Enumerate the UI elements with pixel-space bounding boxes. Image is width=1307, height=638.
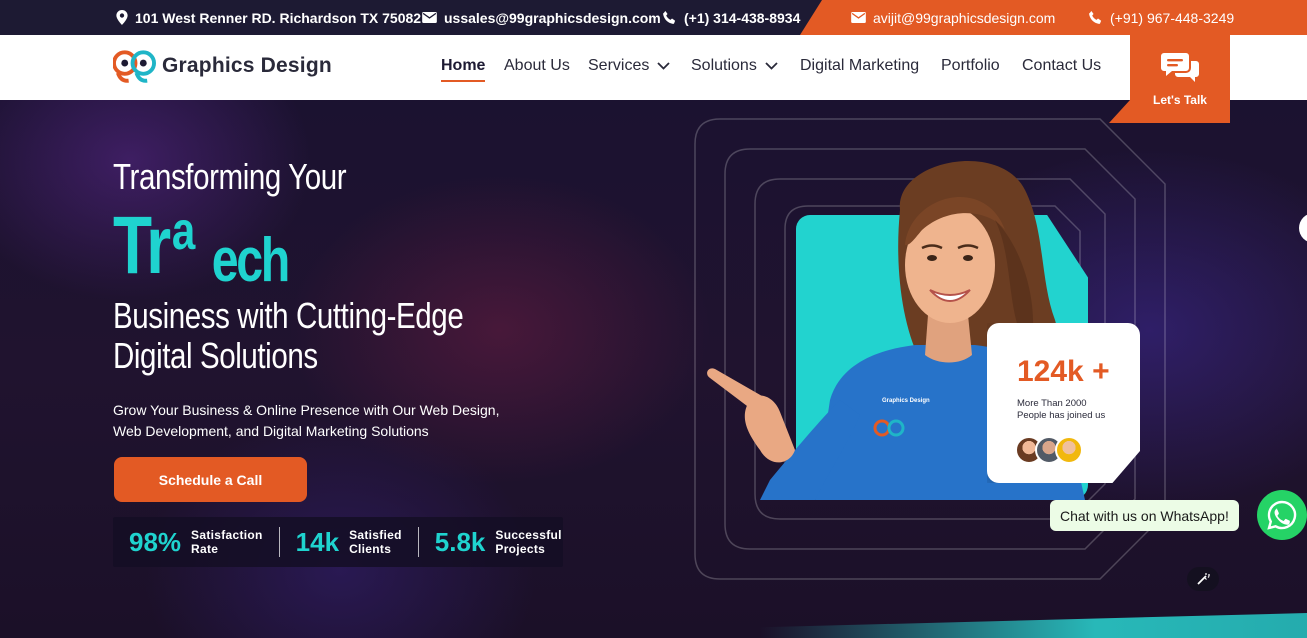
chat-bubbles-icon: [1161, 53, 1199, 82]
in-email-text: avijit@99graphicsdesign.com: [873, 9, 1056, 26]
whatsapp-button[interactable]: [1257, 490, 1307, 540]
hero-section: Transforming Your Tra ech Business with C…: [0, 100, 1307, 638]
site-header: Graphics Design Home About Us Services S…: [0, 35, 1307, 100]
stat-label-line: Successful: [495, 528, 562, 542]
members-caption: More Than 2000 People has joined us: [1017, 398, 1127, 422]
whatsapp-chat-label[interactable]: Chat with us on WhatsApp!: [1050, 500, 1239, 531]
lets-talk-button[interactable]: Let's Talk: [1130, 35, 1230, 123]
stat-label-line: Clients: [349, 542, 392, 556]
nav-about-us[interactable]: About Us: [504, 57, 570, 75]
nav-portfolio[interactable]: Portfolio: [941, 57, 1000, 75]
stat-label-line: Satisfaction: [191, 528, 263, 542]
nav-label: Services: [588, 57, 650, 74]
hero-bottom-glow: [759, 612, 1307, 638]
stat-satisfaction: 98% Satisfaction Rate: [113, 527, 279, 557]
stat-label-line: Satisfied: [349, 528, 402, 542]
hero-animated-word: Tra ech: [113, 200, 291, 295]
address-text: 101 West Renner RD. Richardson TX 75082: [135, 9, 422, 26]
in-email-link[interactable]: avijit@99graphicsdesign.com: [851, 0, 1055, 35]
nav-label: Contact Us: [1022, 57, 1102, 74]
stat-label-line: Projects: [495, 542, 546, 556]
address-item: 101 West Renner RD. Richardson TX 75082: [116, 0, 421, 35]
us-phone-text: (+1) 314-438-8934: [684, 9, 801, 26]
hero-heading-line3: Business with Cutting-Edge Digital Solut…: [113, 295, 464, 376]
lets-talk-corner: [1109, 100, 1130, 123]
nav-digital-marketing[interactable]: Digital Marketing: [800, 57, 919, 75]
chevron-down-icon: [657, 62, 670, 70]
hero-subtitle: Grow Your Business & Online Presence wit…: [113, 400, 533, 442]
nav-label: Digital Marketing: [800, 57, 920, 74]
nav-label: About Us: [504, 57, 570, 74]
phone-icon: [663, 10, 676, 24]
animated-word-part: ech: [211, 226, 291, 295]
members-count: 124k +: [1017, 355, 1110, 388]
phone-icon: [1089, 10, 1102, 24]
mail-icon: [851, 12, 866, 23]
animated-word-part: a: [171, 201, 195, 261]
stat-value: 98%: [129, 526, 182, 557]
chevron-down-icon: [765, 62, 778, 70]
stat-value: 14k: [295, 526, 340, 557]
nav-label: Portfolio: [941, 57, 1000, 74]
lets-talk-label: Let's Talk: [1153, 93, 1207, 107]
avatar-group: [1015, 436, 1083, 464]
location-pin-icon: [116, 10, 128, 25]
nav-label: Solutions: [691, 57, 757, 74]
stat-label: Successful Projects: [495, 528, 561, 556]
in-phone-text: (+91) 967-448-3249: [1110, 9, 1235, 26]
hero-heading-line1: Transforming Your: [113, 156, 347, 197]
members-stat-card: 124k + More Than 2000 People has joined …: [987, 323, 1140, 483]
magic-wand-button[interactable]: [1187, 567, 1219, 591]
stat-label: Satisfied Clients: [349, 528, 402, 556]
stats-bar: 98% Satisfaction Rate 14k Satisfied Client…: [113, 517, 563, 567]
us-phone-link[interactable]: (+1) 314-438-8934: [662, 0, 800, 35]
stat-value: 5.8k: [434, 526, 486, 557]
schedule-call-button[interactable]: Schedule a Call: [114, 457, 307, 502]
animated-word-part: Tr: [113, 200, 171, 291]
members-caption-line: More Than 2000: [1017, 398, 1087, 409]
logo-mark-icon: [113, 50, 156, 83]
stat-clients: 14k Satisfied Clients: [278, 526, 418, 557]
magic-wand-icon: [1197, 573, 1210, 585]
mail-icon: [422, 12, 437, 23]
nav-home[interactable]: Home: [441, 57, 486, 82]
hero-heading-line3b: Digital Solutions: [113, 335, 318, 376]
hero-subtitle-line: Web Development, and Digital Marketing S…: [113, 423, 429, 439]
nav-services[interactable]: Services: [588, 57, 670, 75]
stat-label: Satisfaction Rate: [191, 528, 263, 556]
stat-label-line: Rate: [191, 542, 219, 556]
logo-text: Graphics Design: [162, 54, 332, 77]
nav-contact-us[interactable]: Contact Us: [1022, 57, 1101, 75]
us-email-link[interactable]: ussales@99graphicsdesign.com: [422, 0, 661, 35]
whatsapp-icon: [1267, 500, 1297, 530]
in-phone-link[interactable]: (+91) 967-448-3249: [1088, 0, 1234, 35]
members-caption-line: People has joined us: [1017, 410, 1106, 421]
nav-label: Home: [441, 57, 486, 74]
hero-heading-line3a: Business with Cutting-Edge: [113, 295, 464, 336]
us-email-text: ussales@99graphicsdesign.com: [444, 9, 661, 26]
site-logo[interactable]: Graphics Design: [113, 48, 332, 84]
hero-subtitle-line: Grow Your Business & Online Presence wit…: [113, 402, 500, 418]
nav-solutions[interactable]: Solutions: [691, 57, 778, 75]
top-contact-bar: 101 West Renner RD. Richardson TX 75082 …: [0, 0, 1307, 35]
shirt-logo-text: Graphics Design: [882, 398, 930, 404]
avatar: [1055, 436, 1083, 464]
stat-projects: 5.8k Successful Projects: [417, 526, 578, 557]
